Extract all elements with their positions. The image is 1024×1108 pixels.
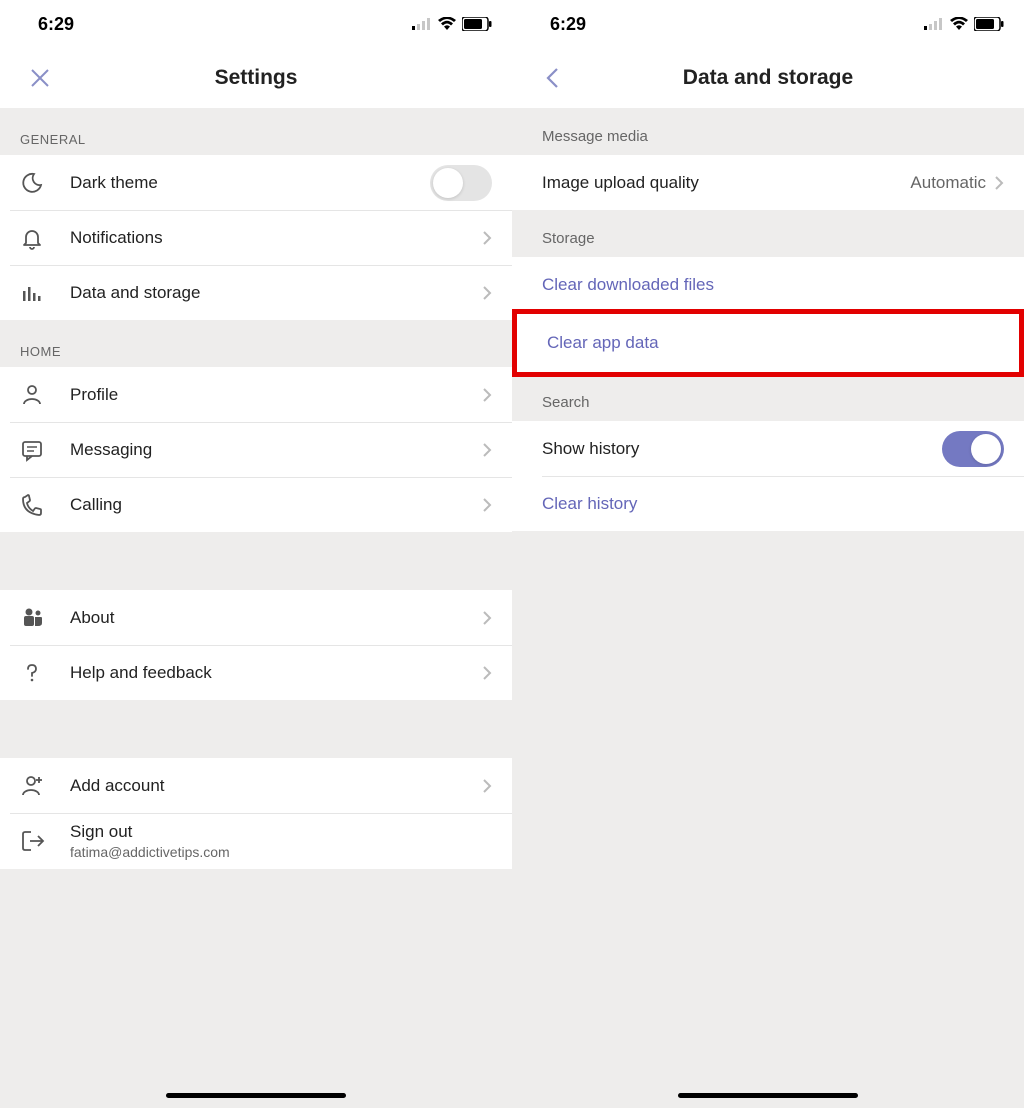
- data-storage-screen: 6:29 Data and storage Message media Imag…: [512, 0, 1024, 1108]
- signal-icon: [924, 18, 944, 30]
- close-icon: [29, 67, 51, 89]
- sign-out-label: Sign out: [70, 822, 230, 842]
- chevron-right-icon: [482, 442, 492, 458]
- page-title: Data and storage: [512, 66, 1024, 90]
- image-upload-quality-value: Automatic: [910, 173, 986, 193]
- moon-icon: [20, 171, 70, 195]
- chat-icon: [20, 438, 70, 462]
- section-header-home: HOME: [0, 320, 512, 367]
- wifi-icon: [438, 17, 456, 31]
- add-user-icon: [20, 773, 70, 799]
- highlight-annotation: Clear app data: [512, 309, 1024, 377]
- dark-theme-label: Dark theme: [70, 173, 430, 193]
- bell-icon: [20, 226, 70, 250]
- chart-icon: [20, 281, 70, 305]
- clear-downloaded-files-row[interactable]: Clear downloaded files: [512, 257, 1024, 312]
- clear-app-data-label: Clear app data: [547, 333, 659, 353]
- section-header-storage: Storage: [512, 210, 1024, 257]
- section-header-search: Search: [512, 374, 1024, 421]
- storage-list: Clear downloaded files Clear app data: [512, 257, 1024, 374]
- about-row[interactable]: About: [0, 590, 512, 645]
- chevron-right-icon: [482, 387, 492, 403]
- help-label: Help and feedback: [70, 663, 482, 683]
- dark-theme-toggle[interactable]: [430, 165, 492, 201]
- chevron-left-icon: [545, 66, 559, 90]
- page-title: Settings: [0, 66, 512, 90]
- chevron-right-icon: [482, 665, 492, 681]
- sign-out-row[interactable]: Sign out fatima@addictivetips.com: [0, 813, 512, 869]
- section-header-general: GENERAL: [0, 108, 512, 155]
- battery-icon: [974, 17, 1004, 31]
- wifi-icon: [950, 17, 968, 31]
- calling-label: Calling: [70, 495, 482, 515]
- status-time: 6:29: [550, 14, 586, 35]
- add-account-row[interactable]: Add account: [0, 758, 512, 813]
- sign-out-email: fatima@addictivetips.com: [70, 844, 230, 860]
- chevron-right-icon: [482, 778, 492, 794]
- clear-history-row[interactable]: Clear history: [512, 476, 1024, 531]
- media-list: Image upload quality Automatic: [512, 155, 1024, 210]
- status-bar: 6:29: [512, 0, 1024, 48]
- home-indicator[interactable]: [166, 1093, 346, 1098]
- section-header-media: Message media: [512, 108, 1024, 155]
- help-row[interactable]: Help and feedback: [0, 645, 512, 700]
- search-list: Show history Clear history: [512, 421, 1024, 531]
- back-button[interactable]: [532, 58, 572, 98]
- home-indicator[interactable]: [678, 1093, 858, 1098]
- status-bar: 6:29: [0, 0, 512, 48]
- image-upload-quality-row[interactable]: Image upload quality Automatic: [512, 155, 1024, 210]
- show-history-toggle[interactable]: [942, 431, 1004, 467]
- question-icon: [20, 661, 70, 685]
- profile-label: Profile: [70, 385, 482, 405]
- show-history-label: Show history: [542, 439, 942, 459]
- profile-icon: [20, 383, 70, 407]
- clear-history-label: Clear history: [542, 494, 637, 514]
- notifications-label: Notifications: [70, 228, 482, 248]
- status-icons: [412, 17, 492, 31]
- add-account-label: Add account: [70, 776, 482, 796]
- calling-row[interactable]: Calling: [0, 477, 512, 532]
- home-list: Profile Messaging Calling: [0, 367, 512, 532]
- status-time: 6:29: [38, 14, 74, 35]
- about-label: About: [70, 608, 482, 628]
- misc-list: About Help and feedback: [0, 590, 512, 700]
- battery-icon: [462, 17, 492, 31]
- profile-row[interactable]: Profile: [0, 367, 512, 422]
- data-storage-row[interactable]: Data and storage: [0, 265, 512, 320]
- chevron-right-icon: [994, 175, 1004, 191]
- signal-icon: [412, 18, 432, 30]
- settings-screen: 6:29 Settings GENERAL Dark theme Notific…: [0, 0, 512, 1108]
- notifications-row[interactable]: Notifications: [0, 210, 512, 265]
- messaging-label: Messaging: [70, 440, 482, 460]
- phone-icon: [20, 493, 70, 517]
- clear-downloaded-files-label: Clear downloaded files: [542, 275, 714, 295]
- chevron-right-icon: [482, 285, 492, 301]
- clear-app-data-row[interactable]: Clear app data: [517, 314, 1019, 372]
- image-upload-quality-label: Image upload quality: [542, 173, 910, 193]
- chevron-right-icon: [482, 230, 492, 246]
- nav-bar: Data and storage: [512, 48, 1024, 108]
- dark-theme-row[interactable]: Dark theme: [0, 155, 512, 210]
- close-button[interactable]: [20, 58, 60, 98]
- messaging-row[interactable]: Messaging: [0, 422, 512, 477]
- account-list: Add account Sign out fatima@addictivetip…: [0, 758, 512, 869]
- general-list: Dark theme Notifications Data and storag…: [0, 155, 512, 320]
- status-icons: [924, 17, 1004, 31]
- chevron-right-icon: [482, 497, 492, 513]
- teams-icon: [20, 605, 70, 631]
- nav-bar: Settings: [0, 48, 512, 108]
- show-history-row[interactable]: Show history: [512, 421, 1024, 476]
- chevron-right-icon: [482, 610, 492, 626]
- data-storage-label: Data and storage: [70, 283, 482, 303]
- signout-icon: [20, 828, 70, 854]
